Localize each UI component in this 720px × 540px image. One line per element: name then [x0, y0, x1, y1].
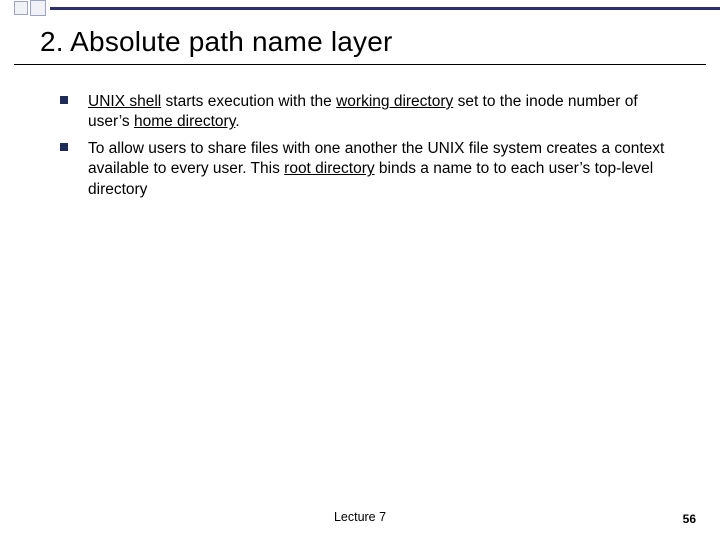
list-item: UNIX shell starts execution with the wor… — [60, 92, 680, 133]
slide-title: 2. Absolute path name layer — [40, 26, 393, 58]
ornament-square-large — [30, 0, 46, 16]
list-item-text: UNIX shell starts execution with the wor… — [88, 92, 680, 133]
bullet-square-icon — [60, 92, 88, 133]
page-number: 56 — [683, 512, 696, 526]
ornament-square-small — [14, 1, 28, 15]
footer-lecture-label: Lecture 7 — [0, 510, 720, 524]
slide: 2. Absolute path name layer UNIX shell s… — [0, 0, 720, 540]
bullet-square-icon — [60, 139, 88, 200]
list-item: To allow users to share files with one a… — [60, 139, 680, 200]
slide-body: UNIX shell starts execution with the wor… — [60, 92, 680, 206]
title-underline — [14, 64, 706, 65]
ornament-rule — [50, 7, 720, 10]
slide-top-ornament — [0, 0, 720, 18]
list-item-text: To allow users to share files with one a… — [88, 139, 680, 200]
